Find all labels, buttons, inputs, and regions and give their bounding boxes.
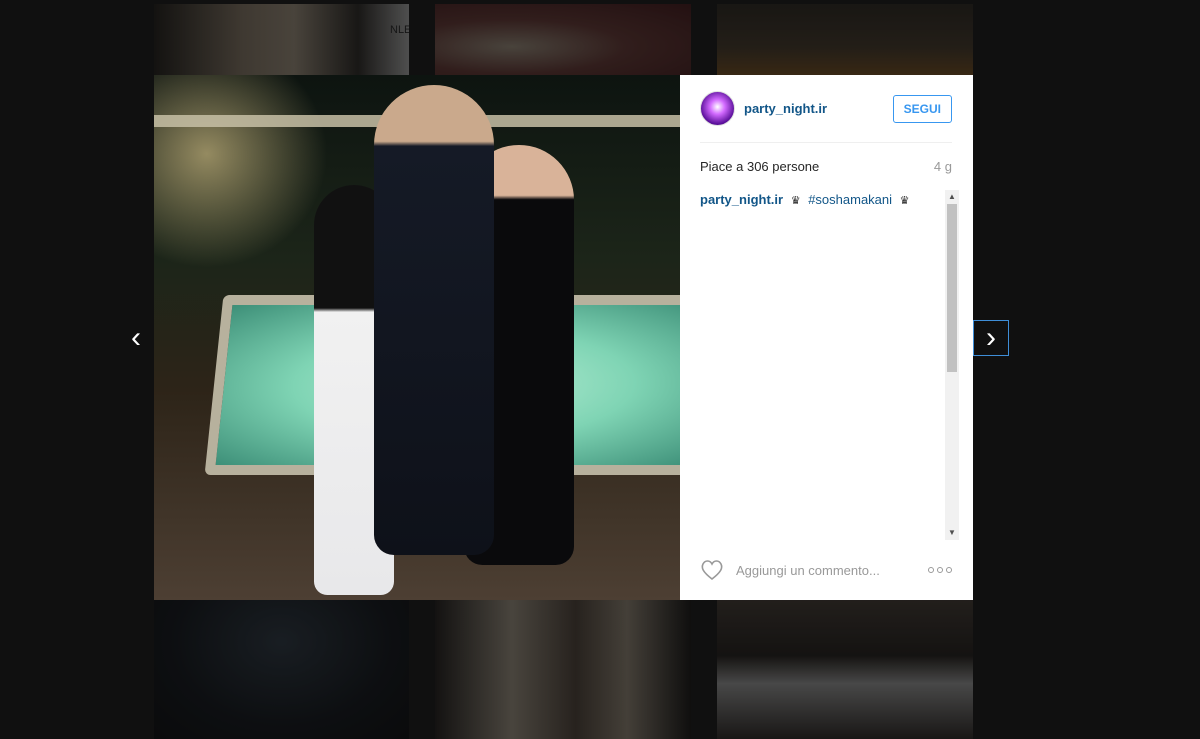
- scroll-down-icon[interactable]: ▼: [945, 526, 959, 540]
- photo-person: [374, 85, 494, 555]
- caption-username[interactable]: party_night.ir: [700, 192, 783, 207]
- previous-post-button[interactable]: ‹: [118, 320, 154, 356]
- post-footer: [700, 540, 952, 600]
- scroll-up-icon[interactable]: ▲: [945, 190, 959, 204]
- post-sidebar: party_night.ir SEGUI Piace a 306 persone…: [680, 75, 973, 600]
- post-photo[interactable]: [154, 75, 680, 600]
- hashtag-link[interactable]: #soshamakani: [808, 192, 892, 207]
- dot: [937, 567, 943, 573]
- username-link[interactable]: party_night.ir: [744, 101, 827, 116]
- next-post-button[interactable]: ›: [973, 320, 1009, 356]
- dot: [946, 567, 952, 573]
- heart-icon[interactable]: [700, 559, 724, 581]
- crown-icon: ♛: [899, 195, 910, 207]
- likes-row: Piace a 306 persone 4 g: [700, 159, 952, 174]
- scroll-thumb[interactable]: [947, 204, 957, 372]
- likes-count[interactable]: Piace a 306 persone: [700, 159, 819, 174]
- avatar[interactable]: [700, 91, 735, 126]
- post-modal: party_night.ir SEGUI Piace a 306 persone…: [154, 75, 973, 600]
- dot: [928, 567, 934, 573]
- scrollbar[interactable]: ▲ ▼: [945, 190, 959, 540]
- comment-input[interactable]: [734, 561, 928, 579]
- chevron-right-icon: ›: [986, 321, 996, 354]
- comments-list[interactable]: party_night.ir ♛ #soshamakani ♛ ▲ ▼: [700, 190, 959, 540]
- more-options-icon[interactable]: [928, 567, 952, 573]
- follow-button[interactable]: SEGUI: [892, 94, 952, 123]
- chevron-left-icon: ‹: [131, 321, 141, 354]
- post-header: party_night.ir SEGUI: [700, 75, 952, 143]
- post-age[interactable]: 4 g: [934, 159, 952, 174]
- caption: party_night.ir ♛ #soshamakani ♛: [700, 190, 959, 211]
- crown-icon: ♛: [790, 195, 801, 207]
